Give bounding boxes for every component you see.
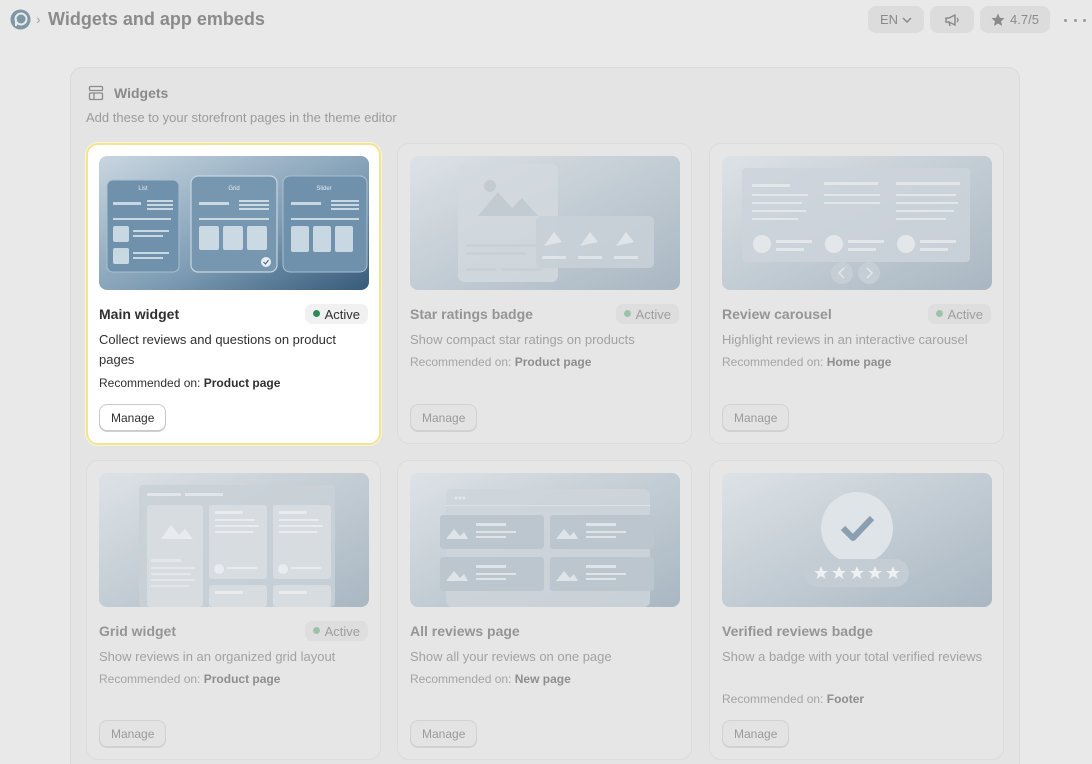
- recommended-prefix: Recommended on:: [99, 376, 201, 390]
- recommended-page: Product page: [203, 672, 281, 686]
- chevron-down-icon: [902, 16, 912, 23]
- widget-recommended: Recommended on: Home page: [722, 355, 891, 369]
- chevron-right-icon: ›: [36, 11, 41, 27]
- page-title: Widgets and app embeds: [48, 9, 265, 29]
- announcements-button[interactable]: [930, 6, 974, 33]
- widget-recommended: Recommended on: Product page: [99, 376, 280, 390]
- widget-description: Show a badge with your total verified re…: [722, 649, 983, 664]
- status-badge: Active: [615, 304, 679, 324]
- widget-description: Highlight reviews in an interactive caro…: [722, 332, 968, 347]
- recommended-prefix: Recommended on:: [99, 672, 201, 686]
- rating-button[interactable]: 4.7/5: [980, 6, 1050, 33]
- widget-recommended: Recommended on: Footer: [722, 692, 864, 706]
- recommended-prefix: Recommended on:: [722, 692, 824, 706]
- widget-recommended: Recommended on: New page: [410, 672, 571, 686]
- megaphone-icon: [944, 13, 960, 27]
- widget-card-review-carousel[interactable]: Review carousel Active Highlight reviews…: [709, 143, 1004, 444]
- widget-description: Show all your reviews on one page: [410, 649, 612, 664]
- widget-name: Grid widget: [99, 623, 176, 639]
- layout-icon: [88, 85, 104, 101]
- language-label: EN: [879, 12, 899, 27]
- widget-name: All reviews page: [410, 623, 520, 639]
- widget-card-main[interactable]: List Grid Slider Main widget Active Coll…: [86, 143, 381, 445]
- widget-recommended: Recommended on: Product page: [99, 672, 280, 686]
- section-subtitle: Add these to your storefront pages in th…: [86, 110, 397, 125]
- widget-description: Show reviews in an organized grid layout: [99, 649, 336, 664]
- status-badge: Active: [304, 304, 368, 324]
- recommended-page: Product page: [203, 376, 281, 390]
- app-logo-icon[interactable]: [10, 9, 31, 30]
- status-badge: Active: [927, 304, 991, 324]
- top-bar: › Widgets and app embeds EN 4.7/5: [0, 0, 1092, 40]
- recommended-page: Product page: [514, 355, 592, 369]
- widget-thumbnail: [722, 473, 992, 607]
- widget-name: Star ratings badge: [410, 306, 533, 322]
- widget-name: Review carousel: [722, 306, 832, 322]
- widget-card-all-reviews[interactable]: All reviews page Show all your reviews o…: [397, 460, 692, 760]
- widget-thumbnail: List Grid Slider: [99, 156, 369, 290]
- widget-thumbnail: [410, 156, 680, 290]
- manage-button[interactable]: Manage: [99, 720, 167, 747]
- language-selector[interactable]: EN: [868, 6, 924, 33]
- widget-thumbnail: [722, 156, 992, 290]
- recommended-page: Home page: [826, 355, 892, 369]
- manage-button[interactable]: Manage: [410, 720, 478, 747]
- widget-card-star-ratings[interactable]: Star ratings badge Active Show compact s…: [397, 143, 692, 444]
- more-horizontal-icon[interactable]: [1064, 10, 1086, 30]
- widget-name: Main widget: [99, 306, 180, 322]
- widget-thumbnail: [99, 473, 369, 607]
- recommended-page: New page: [514, 672, 571, 686]
- widget-recommended: Recommended on: Product page: [410, 355, 591, 369]
- widget-thumbnail: [410, 473, 680, 607]
- rating-value: 4.7/5: [1010, 12, 1039, 27]
- recommended-prefix: Recommended on:: [410, 672, 512, 686]
- widget-name: Verified reviews badge: [722, 623, 873, 639]
- manage-button[interactable]: Manage: [722, 404, 790, 431]
- thumb-label-slider: Slider: [316, 186, 331, 192]
- recommended-prefix: Recommended on:: [722, 355, 824, 369]
- manage-button[interactable]: Manage: [99, 404, 167, 431]
- section-title: Widgets: [114, 85, 169, 101]
- recommended-page: Footer: [826, 692, 865, 706]
- manage-button[interactable]: Manage: [722, 720, 790, 747]
- status-badge: Active: [304, 621, 368, 641]
- star-icon: [991, 13, 1005, 27]
- widget-card-grid[interactable]: Grid widget Active Show reviews in an or…: [86, 460, 381, 760]
- manage-button[interactable]: Manage: [410, 404, 478, 431]
- widget-card-verified-badge[interactable]: Verified reviews badge Show a badge with…: [709, 460, 1004, 760]
- widget-description: Collect reviews and questions on product…: [99, 332, 337, 367]
- thumb-label-grid: Grid: [228, 186, 239, 192]
- recommended-prefix: Recommended on:: [410, 355, 512, 369]
- thumb-label-list: List: [138, 186, 148, 192]
- widget-description: Show compact star ratings on products: [410, 332, 635, 347]
